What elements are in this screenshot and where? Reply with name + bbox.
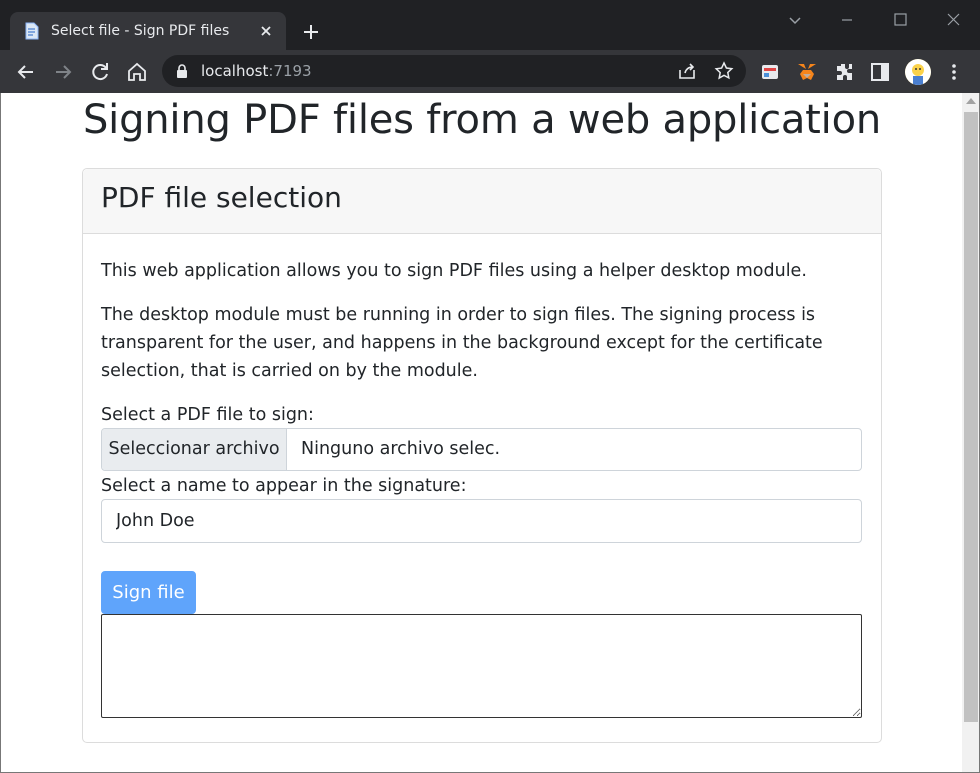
page-viewport: Signing PDF files from a web application… (0, 93, 962, 773)
file-status-text: Ninguno archivo selec. (301, 439, 501, 459)
sidepanel-icon[interactable] (868, 60, 892, 84)
avatar[interactable] (905, 59, 931, 85)
metamask-icon[interactable] (795, 60, 819, 84)
choose-file-button[interactable]: Seleccionar archivo (102, 429, 287, 470)
close-icon[interactable] (256, 21, 276, 41)
page-title: Signing PDF files from a web application (82, 97, 882, 143)
star-icon[interactable] (713, 60, 735, 82)
window-close-icon[interactable] (941, 8, 965, 32)
vertical-scrollbar[interactable] (962, 93, 980, 773)
tab-title: Select file - Sign PDF files (51, 23, 230, 39)
scroll-up-arrow-icon[interactable] (966, 98, 976, 104)
card-header: PDF file selection (83, 169, 881, 234)
output-textarea[interactable] (101, 614, 862, 718)
scroll-thumb[interactable] (964, 112, 978, 722)
chevron-down-icon[interactable] (783, 8, 807, 32)
avatar-icon (905, 59, 931, 85)
file-selection-card: PDF file selection This web application … (82, 168, 882, 743)
minimize-icon[interactable] (835, 8, 859, 32)
intro-paragraph: This web application allows you to sign … (101, 261, 807, 281)
info-paragraph: The desktop module must be running in or… (101, 305, 823, 381)
forward-icon[interactable] (50, 59, 76, 85)
card-title: PDF file selection (101, 181, 342, 214)
address-bar[interactable]: localhost:7193 (162, 55, 746, 87)
home-icon[interactable] (124, 59, 150, 85)
sign-file-button[interactable]: Sign file (101, 571, 196, 614)
name-input-label: Select a name to appear in the signature… (101, 476, 467, 496)
lock-icon[interactable] (176, 64, 188, 78)
signature-name-input[interactable] (101, 499, 862, 543)
reload-icon[interactable] (87, 59, 113, 85)
tab-strip: Select file - Sign PDF files (0, 0, 980, 50)
file-input-label: Select a PDF file to sign: (101, 405, 314, 425)
plus-icon[interactable] (298, 19, 324, 45)
browser-chrome: Select file - Sign PDF files localhost:7… (0, 0, 980, 93)
url-host: localhost (201, 62, 269, 80)
browser-tab[interactable]: Select file - Sign PDF files (10, 12, 286, 50)
kebab-menu-icon[interactable] (942, 60, 966, 84)
url-text[interactable]: localhost:7193 (201, 62, 312, 80)
extension-icon[interactable] (758, 60, 782, 84)
file-input[interactable]: Seleccionar archivo Ninguno archivo sele… (101, 428, 862, 471)
back-icon[interactable] (13, 59, 39, 85)
browser-toolbar: localhost:7193 (0, 50, 980, 93)
maximize-icon[interactable] (888, 8, 912, 32)
url-port: :7193 (268, 62, 312, 80)
puzzle-icon[interactable] (832, 60, 856, 84)
file-favicon-icon (25, 22, 39, 40)
share-icon[interactable] (676, 60, 698, 82)
